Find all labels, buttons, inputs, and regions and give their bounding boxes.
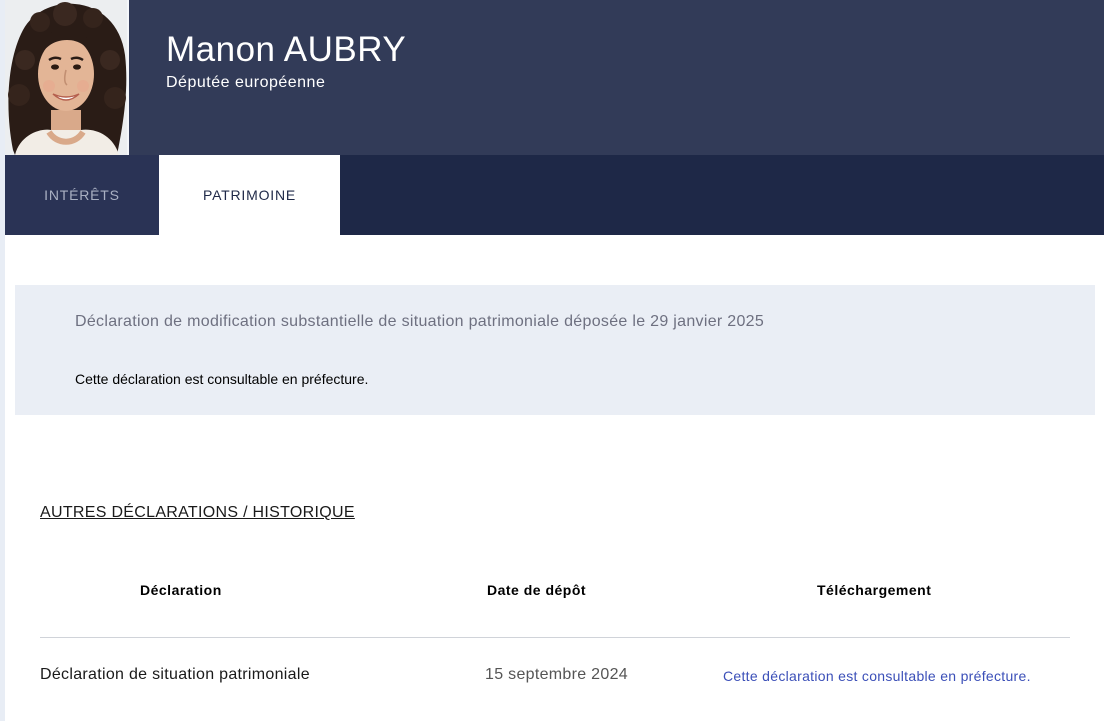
person-role: Députée européenne xyxy=(166,74,326,91)
page: Manon AUBRY Députée européenne INTÉRÊTS … xyxy=(0,0,1104,721)
profile-header: Manon AUBRY Députée européenne xyxy=(5,0,1104,155)
history-row-date: 15 septembre 2024 xyxy=(485,666,628,683)
column-header-download: Téléchargement xyxy=(817,582,932,598)
history-row-download-link[interactable]: Cette déclaration est consultable en pré… xyxy=(723,668,1031,684)
current-declaration-title: Déclaration de modification substantiell… xyxy=(75,313,765,330)
avatar xyxy=(5,0,127,155)
column-header-date: Date de dépôt xyxy=(487,582,587,598)
column-header-declaration: Déclaration xyxy=(140,582,222,598)
table-divider xyxy=(40,637,1070,638)
avatar-divider xyxy=(127,0,129,155)
history-section-title: AUTRES DÉCLARATIONS / HISTORIQUE xyxy=(40,504,355,521)
tabs-bar: INTÉRÊTS PATRIMOINE xyxy=(5,155,1104,235)
tab-interets[interactable]: INTÉRÊTS xyxy=(5,155,159,235)
current-declaration-box: Déclaration de modification substantiell… xyxy=(15,285,1095,415)
history-row-declaration: Déclaration de situation patrimoniale xyxy=(40,666,310,683)
current-declaration-note: Cette déclaration est consultable en pré… xyxy=(75,371,369,387)
tab-patrimoine[interactable]: PATRIMOINE xyxy=(159,155,340,235)
person-name: Manon AUBRY xyxy=(166,30,407,69)
